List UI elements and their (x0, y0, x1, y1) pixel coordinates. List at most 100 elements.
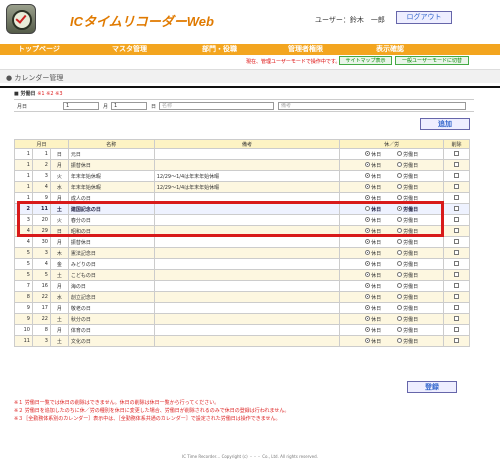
delete-checkbox[interactable] (454, 283, 459, 288)
holiday-radio-option[interactable]: 休日 (365, 150, 381, 158)
holiday-radio[interactable] (365, 271, 371, 277)
workday-radio[interactable] (397, 260, 403, 266)
delete-checkbox[interactable] (454, 217, 459, 222)
holiday-radio-option[interactable]: 休日 (365, 238, 381, 246)
holiday-radio-option[interactable]: 休日 (365, 216, 381, 224)
delete-checkbox[interactable] (454, 239, 459, 244)
workday-radio-option[interactable]: 労働日 (397, 150, 418, 158)
workday-radio-option[interactable]: 労働日 (397, 172, 418, 180)
month-select[interactable]: 1 (63, 102, 99, 110)
register-button[interactable]: 登録 (407, 381, 457, 393)
holiday-radio-option[interactable]: 休日 (365, 293, 381, 301)
sitemap-button[interactable]: サイトマップ表示 (339, 56, 392, 65)
holiday-radio-option[interactable]: 休日 (365, 326, 381, 334)
holiday-radio[interactable] (365, 315, 371, 321)
nav-display-check[interactable]: 表示確認 (376, 44, 404, 55)
workday-radio-option[interactable]: 労働日 (397, 227, 418, 235)
delete-checkbox[interactable] (454, 195, 459, 200)
workday-radio-option[interactable]: 労働日 (397, 260, 418, 268)
workday-radio[interactable] (397, 271, 403, 277)
holiday-radio-option[interactable]: 休日 (365, 205, 381, 213)
holiday-radio-option[interactable]: 休日 (365, 227, 381, 235)
workday-radio-option[interactable]: 労働日 (397, 337, 418, 345)
holiday-radio[interactable] (365, 205, 371, 211)
holiday-radio[interactable] (365, 249, 371, 255)
holiday-radio-option[interactable]: 休日 (365, 337, 381, 345)
holiday-radio[interactable] (365, 260, 371, 266)
holiday-radio[interactable] (365, 183, 371, 189)
workday-radio[interactable] (397, 194, 403, 200)
holiday-radio[interactable] (365, 337, 371, 343)
holiday-radio[interactable] (365, 304, 371, 310)
holiday-radio[interactable] (365, 216, 371, 222)
holiday-radio-option[interactable]: 休日 (365, 249, 381, 257)
workday-radio-option[interactable]: 労働日 (397, 293, 418, 301)
holiday-radio-option[interactable]: 休日 (365, 304, 381, 312)
delete-checkbox[interactable] (454, 272, 459, 277)
nav-admin-privilege[interactable]: 管理者権限 (288, 44, 323, 55)
delete-checkbox[interactable] (454, 305, 459, 310)
nav-top-page[interactable]: トップページ (18, 44, 60, 55)
workday-radio-option[interactable]: 労働日 (397, 238, 418, 246)
logout-button[interactable]: ログアウト (396, 11, 452, 24)
workday-radio-option[interactable]: 労働日 (397, 194, 418, 202)
holiday-radio-option[interactable]: 休日 (365, 282, 381, 290)
workday-radio-option[interactable]: 労働日 (397, 161, 418, 169)
holiday-radio[interactable] (365, 161, 371, 167)
workday-radio-option[interactable]: 労働日 (397, 183, 418, 191)
workday-radio[interactable] (397, 238, 403, 244)
delete-checkbox[interactable] (454, 173, 459, 178)
delete-checkbox[interactable] (454, 151, 459, 156)
name-input[interactable]: 名称 (159, 102, 274, 110)
holiday-radio-option[interactable]: 休日 (365, 183, 381, 191)
delete-checkbox[interactable] (454, 338, 459, 343)
delete-checkbox[interactable] (454, 261, 459, 266)
note-input[interactable]: 備考 (278, 102, 466, 110)
workday-radio[interactable] (397, 249, 403, 255)
delete-checkbox[interactable] (454, 162, 459, 167)
workday-radio[interactable] (397, 205, 403, 211)
delete-checkbox[interactable] (454, 206, 459, 211)
switch-general-user-button[interactable]: 一般ユーザーモードに切替 (395, 56, 469, 65)
workday-radio-option[interactable]: 労働日 (397, 315, 418, 323)
workday-radio[interactable] (397, 216, 403, 222)
holiday-radio[interactable] (365, 227, 371, 233)
workday-radio-option[interactable]: 労働日 (397, 326, 418, 334)
workday-radio-option[interactable]: 労働日 (397, 304, 418, 312)
holiday-radio-option[interactable]: 休日 (365, 260, 381, 268)
workday-radio[interactable] (397, 337, 403, 343)
workday-radio[interactable] (397, 282, 403, 288)
holiday-radio-option[interactable]: 休日 (365, 172, 381, 180)
day-select[interactable]: 1 (111, 102, 147, 110)
delete-checkbox[interactable] (454, 294, 459, 299)
nav-department-position[interactable]: 部門・役職 (202, 44, 237, 55)
workday-radio[interactable] (397, 304, 403, 310)
workday-radio[interactable] (397, 315, 403, 321)
workday-radio-option[interactable]: 労働日 (397, 282, 418, 290)
workday-radio-option[interactable]: 労働日 (397, 216, 418, 224)
holiday-radio-option[interactable]: 休日 (365, 161, 381, 169)
delete-checkbox[interactable] (454, 327, 459, 332)
holiday-radio[interactable] (365, 172, 371, 178)
delete-checkbox[interactable] (454, 228, 459, 233)
nav-master-management[interactable]: マスタ管理 (112, 44, 147, 55)
holiday-radio[interactable] (365, 293, 371, 299)
holiday-radio[interactable] (365, 150, 371, 156)
holiday-radio-option[interactable]: 休日 (365, 315, 381, 323)
workday-radio-option[interactable]: 労働日 (397, 205, 418, 213)
workday-radio[interactable] (397, 183, 403, 189)
workday-radio[interactable] (397, 150, 403, 156)
delete-checkbox[interactable] (454, 316, 459, 321)
workday-radio-option[interactable]: 労働日 (397, 249, 418, 257)
holiday-radio[interactable] (365, 238, 371, 244)
add-button[interactable]: 追加 (420, 118, 470, 130)
workday-radio-option[interactable]: 労働日 (397, 271, 418, 279)
holiday-radio-option[interactable]: 休日 (365, 194, 381, 202)
workday-radio[interactable] (397, 326, 403, 332)
holiday-radio[interactable] (365, 194, 371, 200)
delete-checkbox[interactable] (454, 184, 459, 189)
delete-checkbox[interactable] (454, 250, 459, 255)
holiday-radio[interactable] (365, 326, 371, 332)
holiday-radio-option[interactable]: 休日 (365, 271, 381, 279)
workday-radio[interactable] (397, 293, 403, 299)
